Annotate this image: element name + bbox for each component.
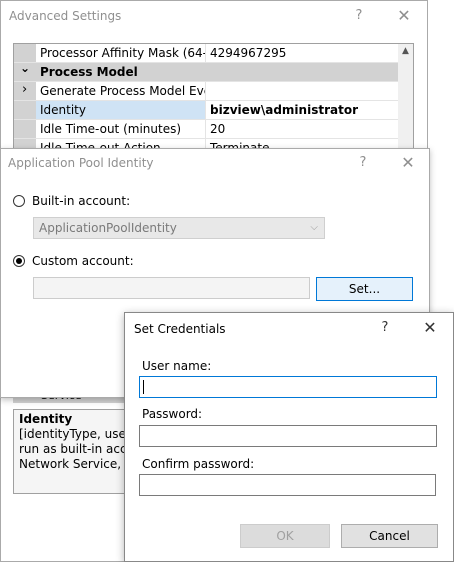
confirm-password-label: Confirm password: — [142, 457, 255, 471]
property-name: Processor Affinity Mask (64-bit — [36, 44, 206, 62]
app-pool-title: Application Pool Identity — [8, 156, 154, 170]
text-caret — [143, 380, 144, 394]
username-label: User name: — [142, 359, 212, 373]
properties-grid: Processor Affinity Mask (64-bit 42949672… — [13, 43, 414, 151]
advanced-settings-title: Advanced Settings — [9, 9, 122, 23]
chevron-right-icon[interactable]: › — [22, 82, 27, 98]
custom-account-label: Custom account: — [32, 254, 134, 268]
help-button[interactable]: ? — [352, 152, 374, 174]
set-credentials-dialog: Set Credentials ? ✕ User name: Password:… — [124, 312, 454, 562]
close-button[interactable]: ✕ — [419, 317, 441, 339]
property-name: Identity — [36, 101, 206, 119]
builtin-account-label: Built-in account: — [32, 194, 131, 208]
app-pool-titlebar: Application Pool Identity ? ✕ — [1, 149, 429, 179]
builtin-account-radio[interactable] — [13, 195, 25, 207]
close-button[interactable]: ✕ — [393, 5, 415, 27]
advanced-settings-titlebar: Advanced Settings ? ✕ — [1, 1, 427, 31]
property-value[interactable]: 20 — [206, 120, 400, 138]
description-panel: Identity [identityType, usern run as bui… — [13, 409, 126, 494]
close-button[interactable]: ✕ — [397, 152, 419, 174]
password-label: Password: — [142, 407, 203, 421]
set-button[interactable]: Set... — [316, 277, 413, 301]
property-name: Idle Time-out (minutes) — [36, 120, 206, 138]
cancel-button[interactable]: Cancel — [341, 524, 438, 548]
credentials-titlebar: Set Credentials ? ✕ — [125, 313, 453, 343]
grid-scrollbar[interactable]: ▲ — [398, 44, 413, 150]
help-button[interactable]: ? — [374, 317, 396, 339]
property-value[interactable]: 4294967295 — [206, 44, 400, 62]
description-line: Network Service, Lo — [19, 457, 125, 471]
category-name: Process Model — [40, 65, 138, 79]
description-line: [identityType, usern — [19, 427, 126, 441]
property-name: Generate Process Model Event L — [36, 82, 206, 100]
description-line: run as built-in accou — [19, 442, 126, 456]
grid-row-idle-timeout[interactable]: Idle Time-out (minutes) 20 — [14, 120, 400, 139]
chevron-down-icon: ⌵ — [310, 222, 318, 233]
custom-account-radio[interactable] — [13, 255, 25, 267]
chevron-down-icon[interactable]: ⌄ — [20, 61, 30, 75]
password-input[interactable] — [139, 425, 437, 447]
custom-account-field[interactable] — [33, 277, 310, 299]
confirm-password-input[interactable] — [139, 474, 436, 496]
description-heading: Identity — [19, 412, 73, 426]
property-value[interactable]: bizview\administrator — [206, 101, 400, 119]
builtin-account-select[interactable]: ApplicationPoolIdentity ⌵ — [33, 217, 325, 239]
property-value[interactable] — [206, 82, 400, 100]
help-button[interactable]: ? — [348, 5, 370, 27]
grid-row-processor-affinity[interactable]: Processor Affinity Mask (64-bit 42949672… — [14, 44, 400, 63]
username-input[interactable] — [139, 376, 437, 398]
grid-row-generate-event[interactable]: › Generate Process Model Event L — [14, 82, 400, 101]
builtin-account-value: ApplicationPoolIdentity — [39, 221, 177, 235]
ok-button[interactable]: OK — [240, 524, 330, 548]
credentials-title: Set Credentials — [134, 322, 226, 336]
grid-category-process-model[interactable]: ⌄ Process Model — [14, 61, 400, 82]
scroll-up-icon[interactable]: ▲ — [398, 46, 413, 56]
grid-row-identity[interactable]: Identity bizview\administrator — [14, 101, 400, 120]
